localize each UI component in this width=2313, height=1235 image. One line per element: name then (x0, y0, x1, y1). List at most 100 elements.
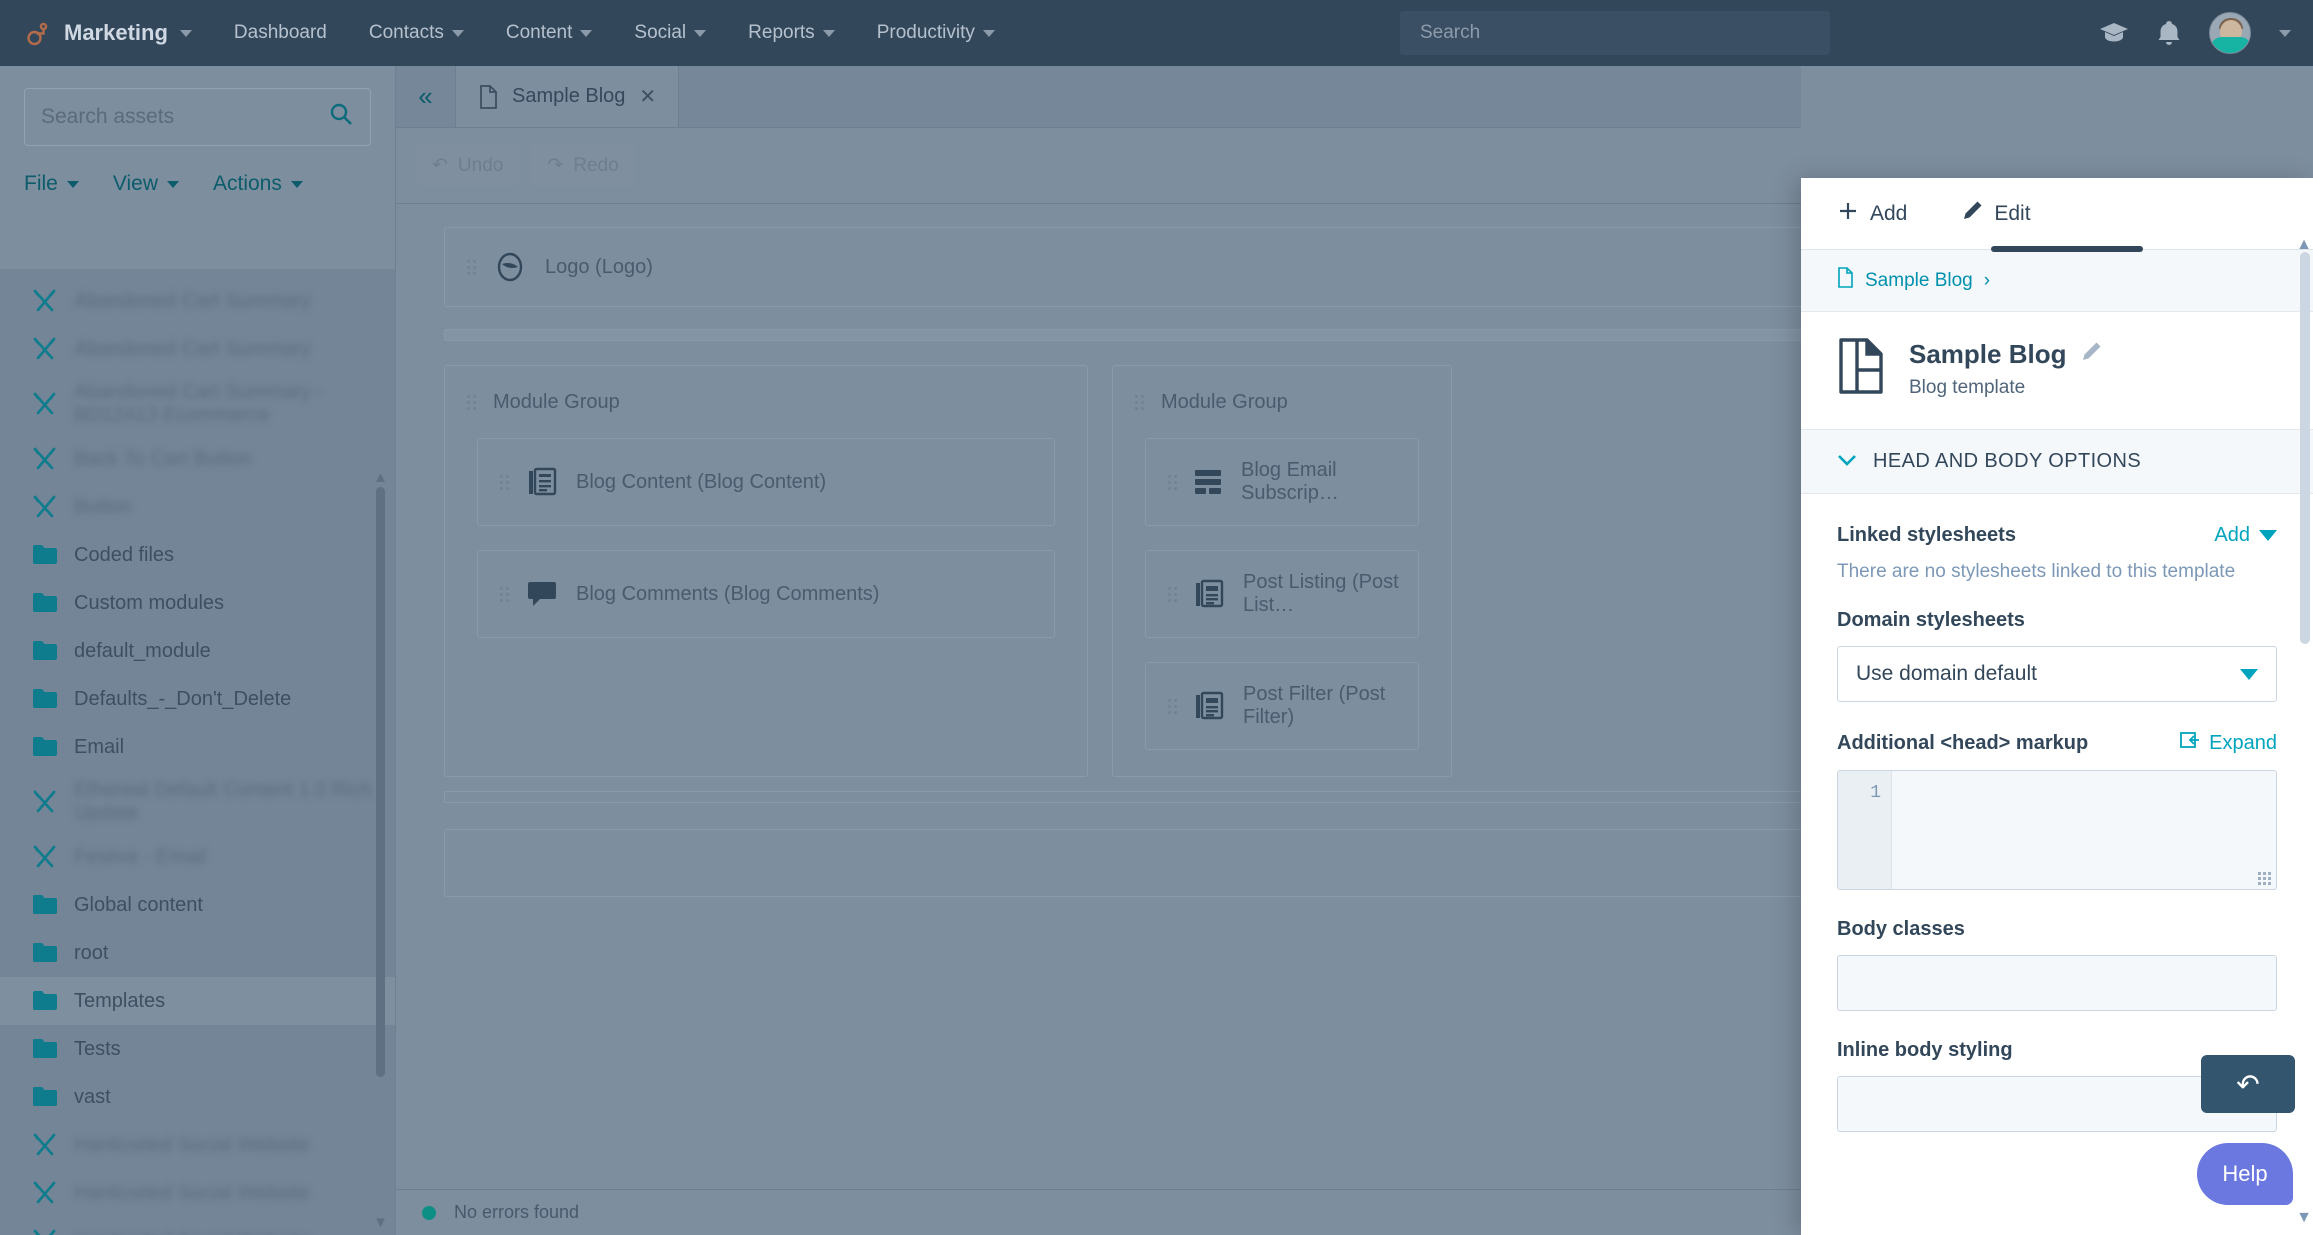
asset-row[interactable]: default_module (0, 627, 395, 675)
asset-row[interactable]: Abandoned Cart Summary - BD12413 Ecommer… (0, 373, 395, 435)
asset-row[interactable]: Hardcoded Social Website (0, 1121, 395, 1169)
asset-row[interactable]: Abandoned Cart Summary (0, 277, 395, 325)
bell-icon[interactable] (2157, 20, 2181, 46)
asset-row[interactable]: Email (0, 723, 395, 771)
nav-item-content[interactable]: Content (506, 22, 593, 44)
help-floating-button[interactable]: Help (2197, 1143, 2293, 1205)
breadcrumb[interactable]: Sample Blog › (1801, 250, 2313, 312)
asset-row[interactable]: vast (0, 1073, 395, 1121)
module-group-left[interactable]: Module Group Blog Content (Blog Content)… (444, 365, 1088, 777)
nav-item-dashboard[interactable]: Dashboard (234, 22, 327, 44)
plus-icon (1837, 200, 1859, 228)
module-label: Post Filter (Post Filter) (1243, 683, 1386, 728)
template-icon (1837, 338, 1885, 399)
asset-row[interactable]: Coded files (0, 531, 395, 579)
chevron-down-icon[interactable] (179, 29, 192, 37)
asset-row-label: Templates (74, 989, 166, 1012)
tab-edit[interactable]: Edit (1961, 178, 2031, 250)
drag-handle-icon[interactable] (1168, 586, 1177, 602)
undo-floating-button[interactable]: ↶ (2201, 1055, 2295, 1113)
code-editor-area[interactable] (1892, 771, 2276, 889)
chevron-down-icon[interactable] (2279, 29, 2291, 37)
menu-actions-label: Actions (212, 172, 282, 195)
asset-row[interactable]: Button (0, 483, 395, 531)
module-post-listing[interactable]: Post Listing (Post List… (1145, 550, 1419, 638)
drag-handle-icon[interactable] (1168, 474, 1177, 490)
expand-head-markup-button[interactable]: Expand (2180, 730, 2277, 756)
drag-handle-icon[interactable] (500, 586, 510, 602)
scroll-down-arrow[interactable]: ▼ (373, 1214, 388, 1231)
collapse-sidebar-button[interactable]: « (396, 66, 456, 127)
module-post-filter[interactable]: Post Filter (Post Filter) (1145, 662, 1419, 750)
asset-row[interactable]: Ethereal Default Content 1.0 Rich Update (0, 771, 395, 833)
asset-row[interactable]: Tests (0, 1025, 395, 1073)
sidebar-search-wrap: Search assets (0, 66, 395, 146)
nav-item-productivity[interactable]: Productivity (877, 22, 995, 44)
menu-actions[interactable]: Actions (213, 172, 303, 196)
chevron-down-icon (66, 180, 79, 188)
asset-row[interactable]: root (0, 929, 395, 977)
avatar[interactable] (2209, 12, 2251, 54)
nav-item-social[interactable]: Social (634, 22, 707, 44)
redo-button[interactable]: ↷ Redo (531, 144, 635, 187)
module-group-right[interactable]: Module Group Blog Email Subscrip… Post L… (1112, 365, 1452, 777)
close-icon[interactable]: ✕ (639, 84, 656, 109)
head-markup-label: Additional <head> markup (1837, 731, 2089, 754)
asset-row[interactable]: Templates (0, 977, 395, 1025)
asset-row[interactable]: Defaults_-_Don't_Delete (0, 675, 395, 723)
module-blog-comments[interactable]: Blog Comments (Blog Comments) (477, 550, 1055, 638)
search-assets-input[interactable]: Search assets (24, 88, 371, 146)
global-search-input[interactable]: Search (1400, 11, 1830, 55)
search-icon[interactable] (328, 101, 354, 133)
nav-item-contacts[interactable]: Contacts (369, 22, 464, 44)
drag-handle-icon[interactable] (1168, 698, 1177, 714)
asset-row[interactable]: Custom modules (0, 579, 395, 627)
status-indicator-dot (422, 1205, 436, 1220)
body-classes-label: Body classes (1837, 918, 1965, 940)
asset-row[interactable]: Back To Cart Button (0, 435, 395, 483)
domain-stylesheets-select[interactable]: Use domain default (1837, 646, 2277, 702)
add-stylesheet-button[interactable]: Add (2214, 524, 2277, 547)
menu-file[interactable]: File (24, 172, 79, 196)
section-head-and-body-options[interactable]: HEAD AND BODY OPTIONS (1801, 430, 2313, 494)
drag-handle-icon[interactable] (467, 259, 477, 275)
module-icon (32, 447, 58, 471)
undo-button[interactable]: ↶ Undo (416, 144, 520, 187)
chevron-down-icon (290, 180, 303, 188)
resize-handle-icon[interactable] (2258, 872, 2271, 885)
menu-view[interactable]: View (113, 172, 179, 196)
drag-handle-icon[interactable] (1135, 394, 1145, 410)
sidebar-scrollbar[interactable] (376, 487, 385, 1077)
pencil-icon[interactable] (2080, 339, 2102, 370)
folder-icon (32, 894, 58, 916)
module-blog-email-subscription[interactable]: Blog Email Subscrip… (1145, 438, 1419, 526)
asset-row-label: Tests (74, 1037, 121, 1060)
asset-row-label: vast (74, 1085, 111, 1108)
brand-home-link[interactable]: Marketing (26, 20, 192, 46)
drag-handle-icon[interactable] (467, 394, 477, 410)
panel-scrollbar[interactable] (2300, 252, 2310, 644)
body-classes-input[interactable] (1837, 955, 2277, 1011)
nav-item-reports[interactable]: Reports (748, 22, 835, 44)
asset-row[interactable]: Abandoned Cart Summary (0, 325, 395, 373)
asset-row[interactable]: Hardcoded Social Website (0, 1217, 395, 1235)
add-stylesheet-label: Add (2214, 524, 2250, 546)
head-markup-row: Additional <head> markup Expand (1837, 730, 2277, 756)
asset-row[interactable]: Global content (0, 881, 395, 929)
search-assets-placeholder: Search assets (41, 105, 175, 128)
head-markup-editor[interactable]: 1 (1837, 770, 2277, 890)
drag-handle-icon[interactable] (500, 474, 510, 490)
top-navigation-bar: Marketing Dashboard Contacts Content Soc… (0, 0, 2313, 66)
asset-row[interactable]: Festive - Email (0, 833, 395, 881)
panel-scroll-down-arrow[interactable]: ▼ (2296, 1209, 2312, 1227)
top-nav-actions (2099, 0, 2313, 66)
scroll-up-arrow[interactable]: ▲ (373, 469, 388, 486)
asset-row[interactable]: Hardcoded Social Website (0, 1169, 395, 1217)
tab-add[interactable]: Add (1837, 178, 1907, 250)
graduation-cap-icon[interactable] (2099, 21, 2129, 45)
asset-tree[interactable]: Abandoned Cart Summary Abandoned Cart Sum… (0, 269, 395, 1235)
tab-sample-blog[interactable]: Sample Blog ✕ (456, 66, 680, 127)
module-blog-content[interactable]: Blog Content (Blog Content) (477, 438, 1055, 526)
asset-row-label: Global content (74, 893, 203, 916)
